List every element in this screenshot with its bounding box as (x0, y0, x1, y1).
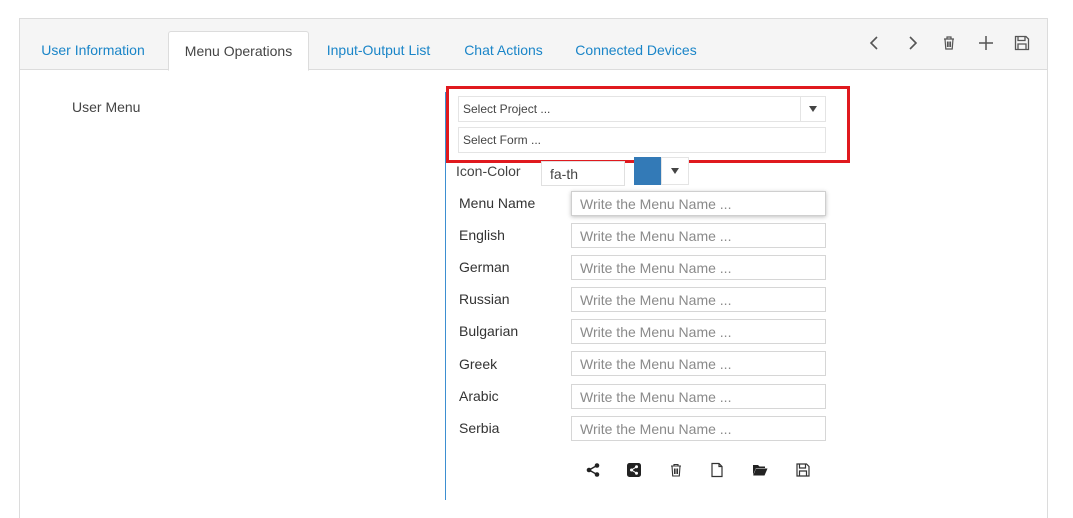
serbia-input[interactable] (571, 416, 826, 441)
form-select-value: Select Form ... (463, 133, 542, 147)
tab-connected-devices[interactable]: Connected Devices (572, 31, 700, 70)
arabic-label: Arabic (459, 388, 499, 404)
german-label: German (459, 259, 510, 275)
share-icon (586, 463, 600, 477)
arabic-input[interactable] (571, 384, 826, 409)
save-icon (1014, 35, 1030, 51)
next-button[interactable] (901, 32, 923, 54)
color-swatch[interactable] (634, 157, 661, 185)
russian-input[interactable] (571, 287, 826, 312)
file-icon (711, 462, 723, 478)
bulgarian-input[interactable] (571, 319, 826, 344)
open-folder-button[interactable] (750, 460, 770, 480)
chevron-down-icon (671, 168, 679, 174)
chevron-right-icon (909, 36, 918, 50)
tab-bar: User Information Menu Operations Input-O… (20, 19, 1047, 71)
share-square-icon (627, 463, 641, 477)
russian-label: Russian (459, 291, 510, 307)
delete-menu-button[interactable] (666, 460, 686, 480)
chevron-left-icon (869, 36, 878, 50)
new-file-button[interactable] (707, 460, 727, 480)
icon-name-input[interactable] (541, 161, 625, 186)
color-dropdown-button[interactable] (661, 157, 689, 185)
chevron-down-icon[interactable] (800, 97, 825, 121)
tab-user-information[interactable]: User Information (34, 31, 152, 70)
english-input[interactable] (571, 223, 826, 248)
greek-input[interactable] (571, 351, 826, 376)
delete-button[interactable] (938, 32, 960, 54)
bulgarian-label: Bulgarian (459, 323, 519, 339)
save-icon (796, 463, 810, 477)
menu-name-input[interactable] (571, 191, 826, 216)
save-button[interactable] (1011, 32, 1033, 54)
english-label: English (459, 227, 505, 243)
tab-input-output-list[interactable]: Input-Output List (322, 31, 435, 70)
project-select[interactable]: Select Project ... (458, 96, 826, 122)
folder-open-icon (753, 465, 768, 476)
save-menu-button[interactable] (793, 460, 813, 480)
trash-icon (944, 36, 954, 50)
plus-icon (979, 36, 993, 50)
prev-button[interactable] (864, 32, 886, 54)
project-select-value: Select Project ... (463, 102, 551, 116)
user-menu-label: User Menu (72, 99, 141, 115)
form-select[interactable]: Select Form ... (458, 127, 826, 153)
share-square-button[interactable] (624, 460, 644, 480)
icon-color-label: Icon-Color (456, 163, 521, 179)
greek-label: Greek (459, 356, 498, 372)
menu-name-label: Menu Name (459, 195, 536, 211)
german-input[interactable] (571, 255, 826, 280)
serbia-label: Serbia (459, 420, 500, 436)
tab-menu-operations[interactable]: Menu Operations (168, 31, 309, 71)
share-button[interactable] (583, 460, 603, 480)
trash-icon (671, 463, 681, 477)
tab-chat-actions[interactable]: Chat Actions (459, 31, 548, 70)
add-button[interactable] (975, 32, 997, 54)
